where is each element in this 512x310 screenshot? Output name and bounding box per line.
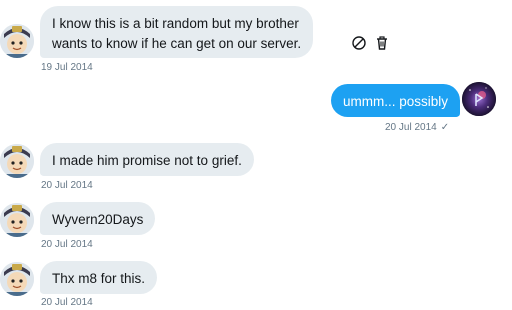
message-timestamp: 20 Jul 2014 <box>41 239 93 250</box>
cartoon-avatar-icon <box>0 262 34 296</box>
sender-avatar[interactable] <box>0 24 34 58</box>
cartoon-avatar-icon <box>0 24 34 58</box>
message-line: I made him promise not to grief. <box>52 153 242 168</box>
block-icon[interactable] <box>351 35 367 51</box>
sender-avatar[interactable] <box>0 144 34 178</box>
sender-avatar[interactable] <box>0 203 34 237</box>
message-timestamp: 19 Jul 2014 <box>41 62 93 73</box>
message-timestamp: 20 Jul 2014 <box>41 180 93 191</box>
galaxy-avatar-icon <box>462 82 496 116</box>
cartoon-avatar-icon <box>0 203 34 237</box>
message-bubble[interactable]: ummm... possibly <box>331 84 461 117</box>
cartoon-avatar-icon <box>0 144 34 178</box>
message-timestamp: 20 Jul 2014 <box>41 297 93 308</box>
message-line: Wyvern20Days <box>52 212 144 227</box>
message-bubble[interactable]: Wyvern20Days <box>40 202 156 235</box>
message-line: wants to know if he can get on our serve… <box>52 36 302 51</box>
message-line: ummm... possibly <box>343 94 449 109</box>
message-bubble[interactable]: I know this is a bit random but my broth… <box>40 6 314 58</box>
message-timestamp: 20 Jul 2014 <box>385 122 437 133</box>
message-timestamp-row: 20 Jul 2014 ✓ <box>385 122 449 133</box>
message-line: I know this is a bit random but my broth… <box>52 16 299 31</box>
sender-avatar[interactable] <box>0 262 34 296</box>
message-bubble[interactable]: Thx m8 for this. <box>40 261 158 294</box>
message-line: Thx m8 for this. <box>52 271 146 286</box>
own-avatar[interactable] <box>462 82 496 116</box>
message-bubble[interactable]: I made him promise not to grief. <box>40 143 254 176</box>
trash-icon[interactable] <box>374 35 390 51</box>
sent-check-icon: ✓ <box>440 122 450 133</box>
